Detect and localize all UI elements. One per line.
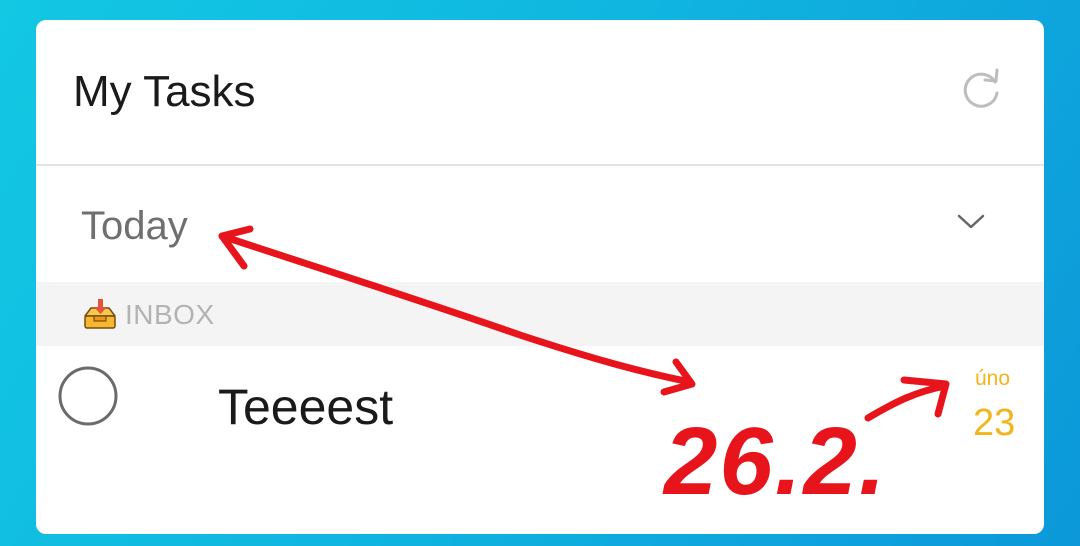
due-date-day: 23 <box>973 402 1016 444</box>
complete-task-checkbox[interactable] <box>58 366 118 426</box>
task-list-card: My Tasks Today INBOX Teeeest úno 23 <box>36 20 1044 534</box>
page-title: My Tasks <box>73 67 256 116</box>
task-row[interactable]: Teeeest úno 23 <box>36 346 1044 534</box>
inbox-group-header: INBOX <box>36 282 1044 346</box>
group-label: INBOX <box>125 299 215 330</box>
section-label: Today <box>81 204 188 248</box>
app-background: My Tasks Today INBOX Teeeest úno 23 26.2… <box>0 0 1080 546</box>
due-date-month: úno <box>975 367 1011 390</box>
task-title: Teeeest <box>218 379 394 435</box>
inbox-tray-icon <box>82 298 118 332</box>
header: My Tasks <box>36 20 1044 166</box>
section-today[interactable]: Today <box>36 166 1044 282</box>
chevron-down-icon[interactable] <box>956 212 986 232</box>
refresh-icon[interactable] <box>958 66 1004 112</box>
